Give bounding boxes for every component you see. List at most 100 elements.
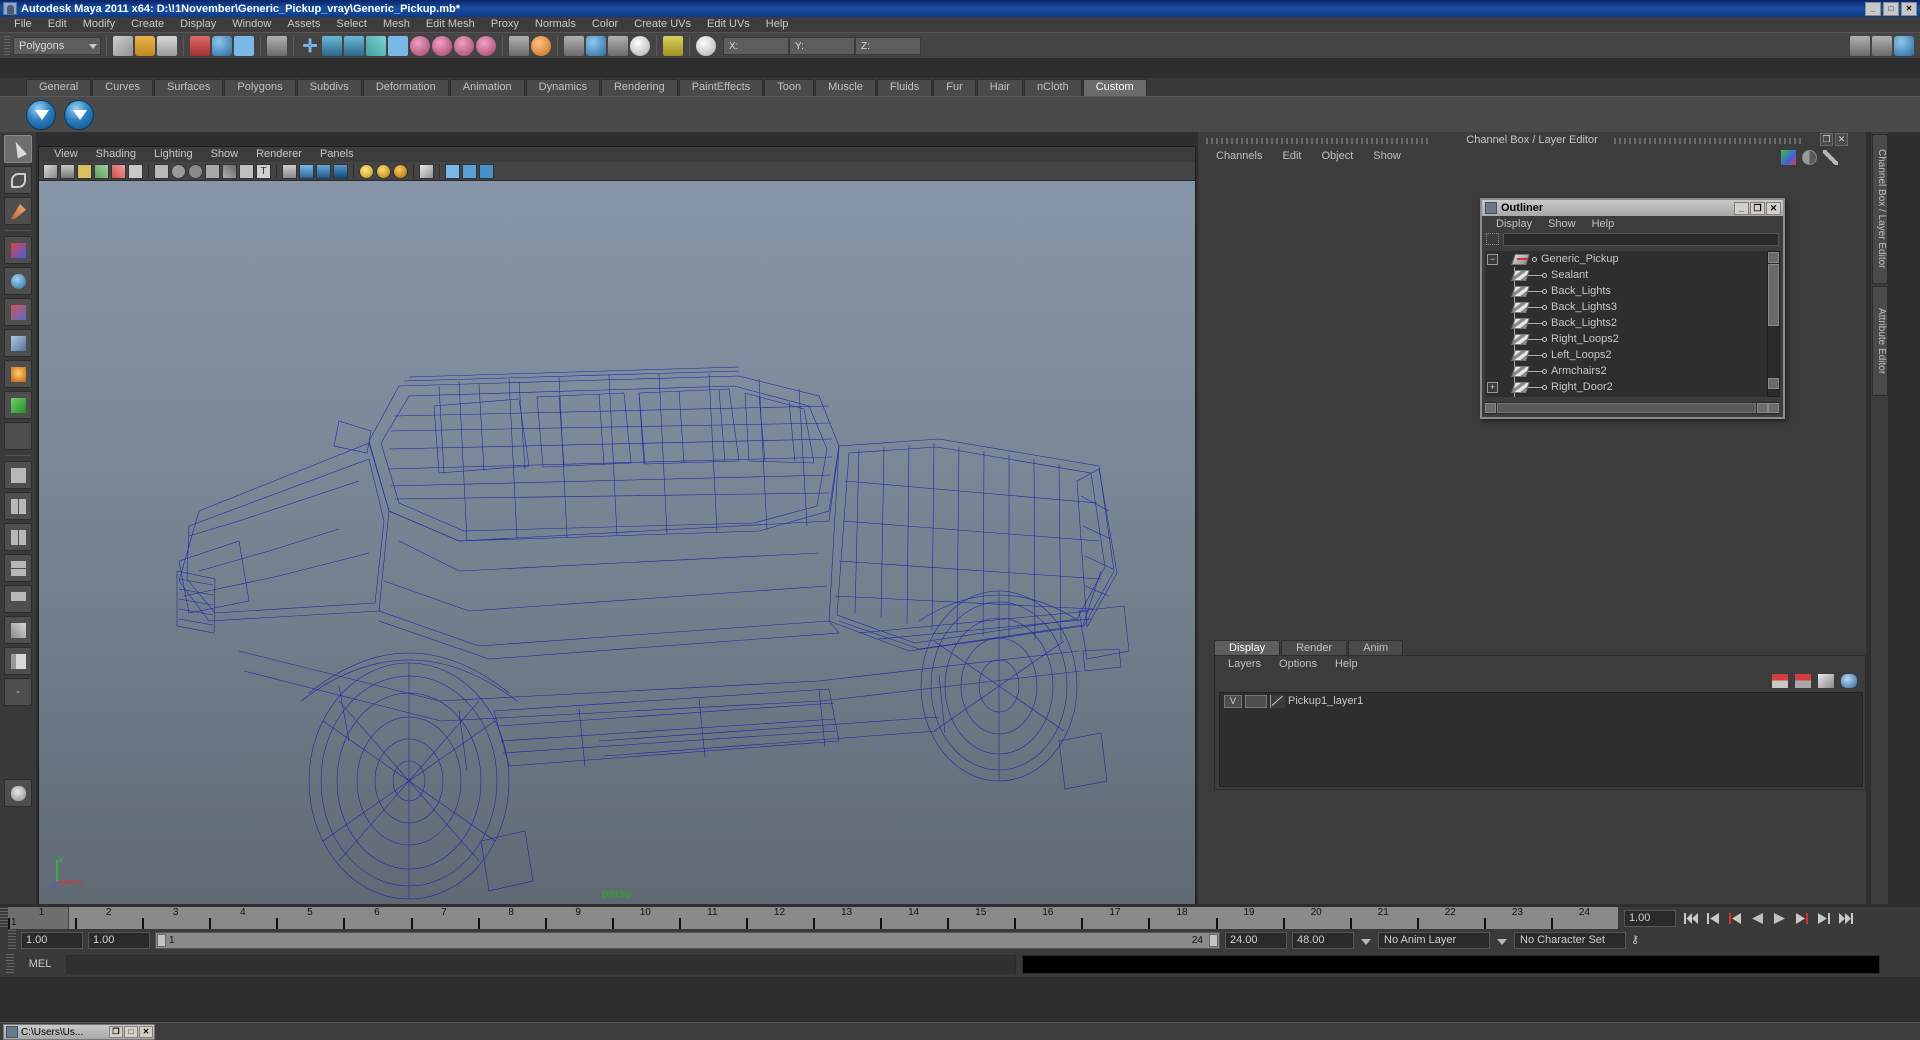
shelf-button-custom-2[interactable] — [64, 99, 94, 130]
menu-color[interactable]: Color — [584, 17, 626, 32]
transform-z-field[interactable]: Z: — [855, 36, 921, 55]
snap-to-view-plane-icon[interactable] — [344, 35, 364, 56]
menu-create-uvs[interactable]: Create UVs — [626, 17, 699, 32]
shelf-tab-deformation[interactable]: Deformation — [362, 79, 449, 96]
open-hypergraph-icon[interactable] — [586, 35, 606, 56]
range-bar[interactable]: 1 24 — [155, 931, 1220, 949]
open-graph-editor-icon[interactable] — [608, 35, 628, 56]
outliner-vertical-scrollbar[interactable] — [1767, 251, 1780, 397]
ipr-render-icon[interactable] — [454, 35, 474, 56]
shelf-tab-painteffects[interactable]: PaintEffects — [678, 79, 764, 96]
outliner-persp-layout-button[interactable] — [4, 647, 32, 675]
layer-editor-tab-render[interactable]: Render — [1281, 640, 1348, 655]
lasso-tool-button[interactable] — [4, 166, 32, 194]
shelf-tab-curves[interactable]: Curves — [92, 79, 153, 96]
outliner-menu-display[interactable]: Display — [1488, 218, 1540, 230]
menu-window[interactable]: Window — [224, 17, 279, 32]
scroll-left-icon[interactable] — [1485, 403, 1496, 413]
show-channel-box-icon[interactable] — [1850, 35, 1870, 56]
transform-x-field[interactable]: X: — [723, 36, 789, 55]
menu-display[interactable]: Display — [172, 17, 224, 32]
new-layer-from-selected-icon[interactable] — [1841, 674, 1857, 688]
outliner-horizontal-scrollbar[interactable] — [1485, 402, 1779, 414]
snap-to-point-icon[interactable]: ✛ — [300, 36, 320, 56]
layer-visibility-toggle[interactable]: V — [1224, 694, 1242, 708]
shelf-tab-fluids[interactable]: Fluids — [876, 79, 933, 96]
panel-layout-c-icon[interactable] — [479, 163, 494, 179]
time-slider-grip[interactable] — [0, 908, 8, 928]
layer-playback-toggle[interactable] — [1245, 694, 1267, 708]
viewport-menu-panels[interactable]: Panels — [311, 147, 363, 162]
persp-outliner-layout-button[interactable] — [4, 554, 32, 582]
maximize-button[interactable]: □ — [1883, 1, 1899, 16]
outliner-menu-help[interactable]: Help — [1584, 218, 1623, 230]
shelf-tab-polygons[interactable]: Polygons — [224, 79, 296, 96]
channel-box-restore-button[interactable]: ❐ — [1820, 133, 1833, 146]
new-layer-icon[interactable] — [1818, 674, 1834, 688]
step-forward-keyframe-button[interactable] — [1814, 910, 1833, 927]
current-frame-field[interactable]: 1.00 — [1624, 909, 1676, 927]
outliner-minimize-button[interactable]: _ — [1734, 201, 1749, 215]
outliner-item[interactable]: Right_Loops2 — [1485, 331, 1779, 347]
channel-box-menu-show[interactable]: Show — [1363, 150, 1411, 162]
flat-shade-icon[interactable] — [205, 163, 220, 179]
viewport-menu-show[interactable]: Show — [202, 147, 248, 162]
select-camera-icon[interactable] — [43, 163, 58, 179]
input-connections-icon[interactable] — [388, 35, 408, 56]
character-set-field[interactable]: No Character Set — [1514, 931, 1626, 949]
menu-file[interactable]: File — [6, 17, 40, 32]
menu-create[interactable]: Create — [123, 17, 172, 32]
smooth-shade-all-icon[interactable] — [171, 163, 186, 179]
search-icon[interactable] — [1486, 233, 1499, 245]
step-back-keyframe-button[interactable] — [1704, 910, 1723, 927]
two-d-pan-zoom-icon[interactable] — [128, 163, 143, 179]
save-scene-icon[interactable] — [157, 35, 177, 56]
high-quality-render-icon[interactable] — [393, 163, 408, 179]
show-manipulator-tool-button[interactable] — [4, 391, 32, 419]
layer-editor-menu-layers[interactable]: Layers — [1219, 658, 1270, 670]
show-attribute-editor-icon[interactable] — [1894, 35, 1914, 56]
menu-modify[interactable]: Modify — [75, 17, 123, 32]
soft-modification-tool-button[interactable] — [4, 360, 32, 388]
scroll-down-icon[interactable] — [1768, 378, 1779, 389]
menu-select[interactable]: Select — [328, 17, 375, 32]
shelf-tab-hair[interactable]: Hair — [976, 79, 1023, 96]
select-by-component-type-icon[interactable] — [234, 35, 254, 56]
expand-icon[interactable]: + — [1487, 381, 1498, 393]
axis-gizmo-icon[interactable] — [1781, 150, 1796, 165]
shelf-tab-animation[interactable]: Animation — [449, 79, 525, 96]
shelf-tab-custom[interactable]: Custom — [1082, 79, 1147, 96]
last-tool-button[interactable] — [4, 422, 32, 450]
taskbar-close-button[interactable]: ✕ — [139, 1026, 153, 1038]
outliner-item[interactable]: +Left_Door2 — [1485, 395, 1779, 397]
menu-proxy[interactable]: Proxy — [483, 17, 527, 32]
menu-assets[interactable]: Assets — [279, 17, 328, 32]
taskbar-window-button[interactable]: C:\Users\Us... ❐ □ ✕ — [3, 1024, 155, 1040]
menu-help[interactable]: Help — [758, 17, 797, 32]
persp-graph-layout-button[interactable] — [4, 585, 32, 613]
move-layer-down-icon[interactable] — [1795, 674, 1811, 688]
open-render-view-icon[interactable] — [531, 35, 551, 56]
menu-edit-mesh[interactable]: Edit Mesh — [418, 17, 483, 32]
shelf-tab-fur[interactable]: Fur — [933, 79, 976, 96]
select-by-object-type-icon[interactable] — [212, 35, 232, 56]
rotate-tool-button[interactable] — [4, 267, 32, 295]
anim-layer-dropdown-arrow[interactable] — [1359, 932, 1373, 949]
shelf-button-custom-1[interactable] — [26, 99, 56, 130]
grid-toggle-icon[interactable] — [94, 163, 109, 179]
playback-end-field[interactable]: 24.00 — [1225, 931, 1287, 949]
menu-edit[interactable]: Edit — [40, 17, 75, 32]
diagonal-arrow-icon[interactable] — [1823, 150, 1838, 165]
outliner-item[interactable]: − Generic_Pickup — [1485, 251, 1779, 267]
wireframe-shading-icon[interactable] — [154, 163, 169, 179]
shelf-tab-ncloth[interactable]: nCloth — [1023, 79, 1082, 96]
outliner-item[interactable]: Back_Lights — [1485, 283, 1779, 299]
render-current-frame-icon[interactable] — [432, 35, 452, 56]
command-language-label[interactable]: MEL — [20, 958, 60, 970]
outliner-item[interactable]: Sealant — [1485, 267, 1779, 283]
menu-edit-uvs[interactable]: Edit UVs — [699, 17, 758, 32]
viewport-menu-shading[interactable]: Shading — [87, 147, 145, 162]
outliner-item[interactable]: Left_Loops2 — [1485, 347, 1779, 363]
go-to-start-button[interactable] — [1682, 910, 1701, 927]
new-scene-icon[interactable] — [113, 35, 133, 56]
